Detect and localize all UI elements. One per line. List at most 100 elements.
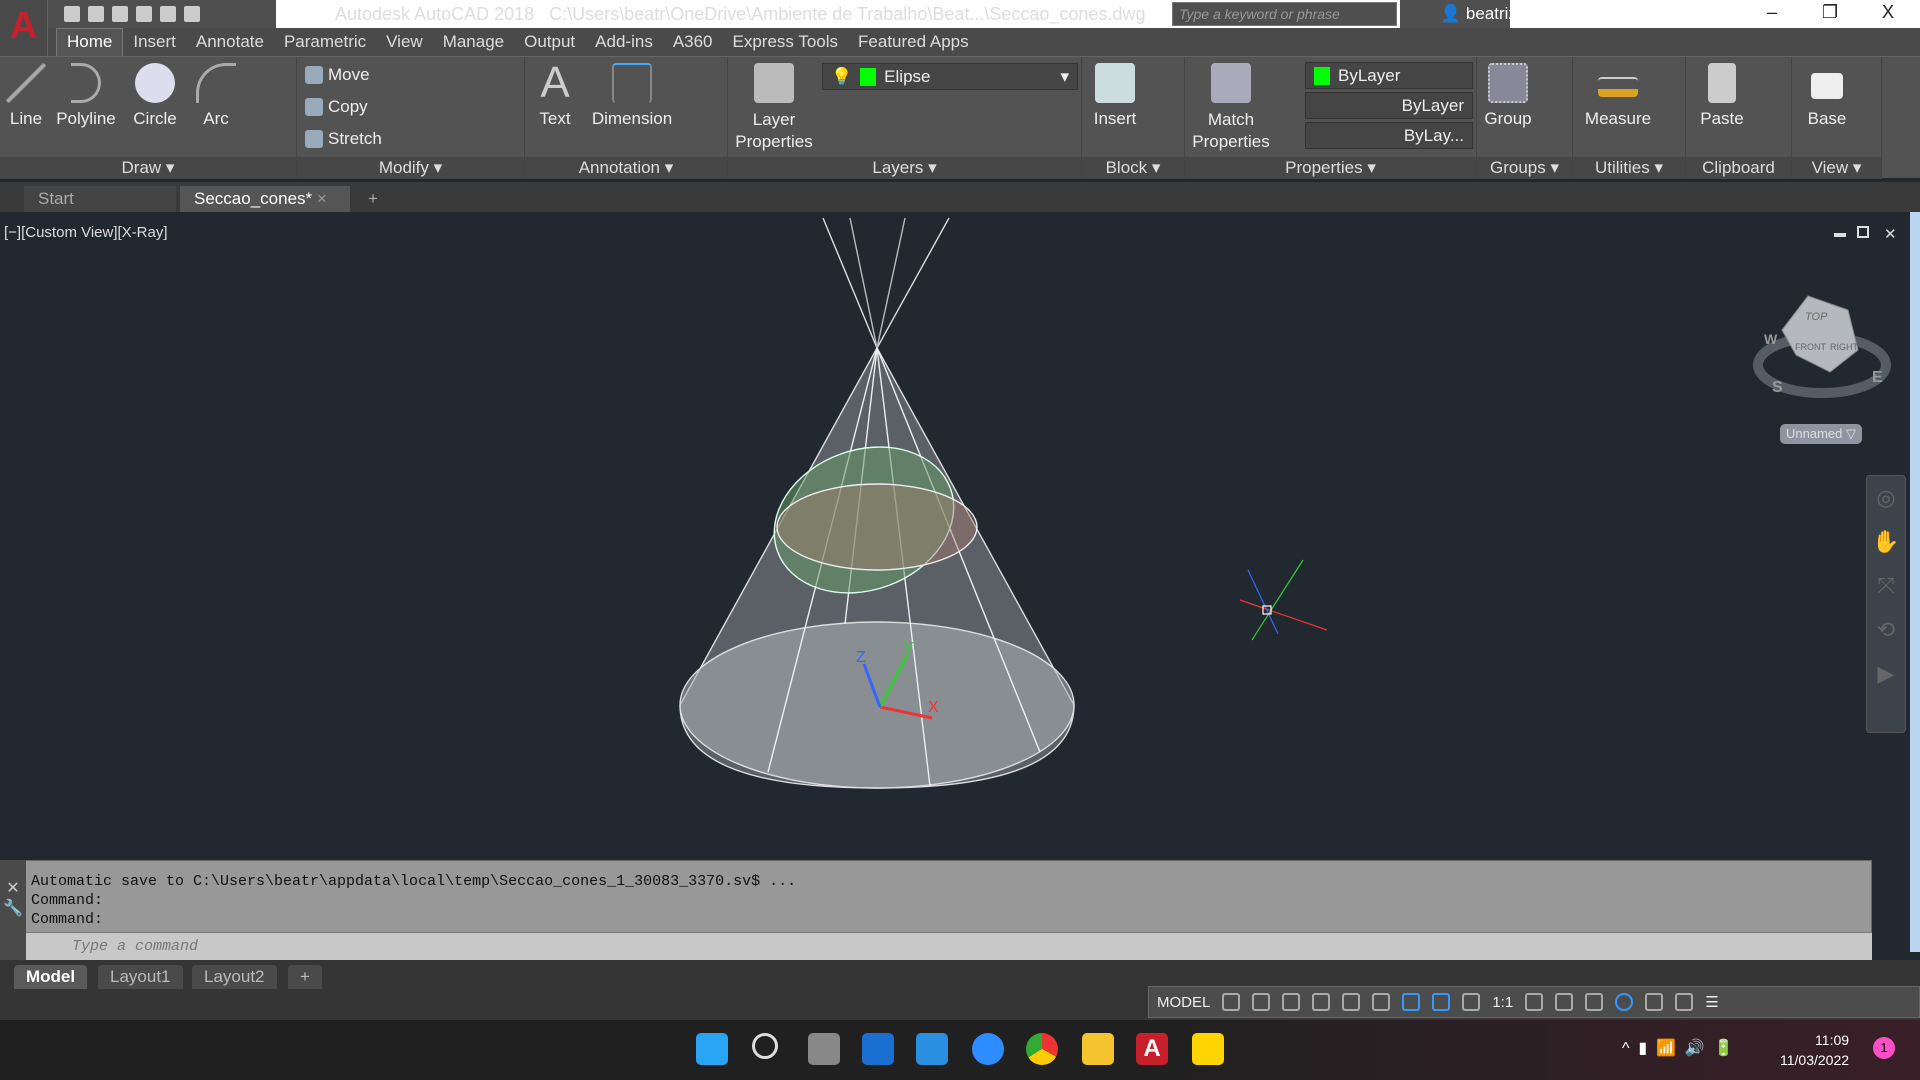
layout-tab-model[interactable]: Model xyxy=(14,965,88,989)
clipboard-panel-label[interactable]: Clipboard xyxy=(1686,157,1791,179)
named-view-dropdown[interactable]: Unnamed ▽ xyxy=(1780,424,1862,444)
orbit-icon[interactable]: ⟲ xyxy=(1867,608,1905,652)
move-button[interactable]: Move xyxy=(305,65,370,85)
viewport-label[interactable]: [−][Custom View][X-Ray] xyxy=(4,224,168,241)
pan-hand-icon[interactable]: ✋ xyxy=(1867,520,1905,564)
new-icon[interactable] xyxy=(64,6,80,22)
viewport-restore-icon[interactable] xyxy=(1857,226,1869,238)
polar-icon[interactable] xyxy=(1312,993,1331,1011)
viewcube[interactable]: TOP FRONT RIGHT W S E xyxy=(1753,295,1891,398)
tab-annotate[interactable]: Annotate xyxy=(186,29,274,56)
tab-insert[interactable]: Insert xyxy=(123,29,186,56)
file-explorer-icon[interactable] xyxy=(1082,1033,1114,1065)
customization-menu-icon[interactable]: ☰ xyxy=(1705,993,1718,1011)
autoscale-icon[interactable] xyxy=(1462,993,1481,1011)
tab-express-tools[interactable]: Express Tools xyxy=(723,29,849,56)
viewcube-top-label[interactable]: TOP xyxy=(1805,311,1828,323)
print-icon[interactable] xyxy=(160,6,176,22)
navigation-bar[interactable]: ◎ ✋ ⤧ ⟲ ▶ xyxy=(1866,475,1906,733)
tab-output[interactable]: Output xyxy=(514,29,585,56)
chrome-icon[interactable] xyxy=(1026,1033,1058,1065)
tab-home[interactable]: Home xyxy=(56,28,124,56)
hardware-acceleration-icon[interactable] xyxy=(1615,993,1634,1011)
properties-panel-label[interactable]: Properties ▾ xyxy=(1185,157,1476,179)
widgets-icon[interactable] xyxy=(862,1033,894,1065)
compass-east[interactable]: E xyxy=(1872,369,1883,386)
file-tab-seccao-cones[interactable]: Seccao_cones* × xyxy=(180,186,350,212)
notification-badge[interactable]: 1 xyxy=(1873,1037,1895,1059)
annotation-panel-label[interactable]: Annotation ▾ xyxy=(525,157,727,179)
add-layout-button[interactable]: + xyxy=(288,965,322,989)
close-tab-icon[interactable]: × xyxy=(317,189,327,208)
autocad-taskbar-icon[interactable]: A xyxy=(1136,1033,1168,1065)
object-snap-icon[interactable] xyxy=(1402,993,1421,1011)
command-input[interactable]: Type a command xyxy=(26,932,1872,960)
block-panel-label[interactable]: Block ▾ xyxy=(1082,157,1184,179)
system-tray[interactable]: ^ ▮ 📶 🔊 🔋 xyxy=(1622,1038,1734,1058)
tab-add-ins[interactable]: Add-ins xyxy=(585,29,663,56)
compass-west[interactable]: W xyxy=(1764,331,1778,347)
linetype-dropdown[interactable]: ByLayer xyxy=(1305,92,1473,119)
compass-south[interactable]: S xyxy=(1772,379,1783,396)
base-button[interactable]: Base xyxy=(1802,63,1852,129)
group-button[interactable]: Group xyxy=(1481,63,1535,129)
lineweight-dropdown[interactable]: ByLay... xyxy=(1305,122,1473,149)
clean-screen-icon[interactable] xyxy=(1675,993,1694,1011)
sticky-notes-icon[interactable] xyxy=(1192,1033,1224,1065)
tab-a360[interactable]: A360 xyxy=(663,29,723,56)
task-view-icon[interactable] xyxy=(808,1033,840,1065)
tab-manage[interactable]: Manage xyxy=(433,29,514,56)
search-input[interactable]: Type a keyword or phrase xyxy=(1172,2,1397,26)
user-account-button[interactable]: 👤 beatriz_vital... xyxy=(1440,4,1571,24)
close-button[interactable]: X xyxy=(1868,2,1908,23)
snap-icon[interactable] xyxy=(1252,993,1271,1011)
viewcube-right-label[interactable]: RIGHT xyxy=(1830,342,1859,352)
new-tab-button[interactable]: + xyxy=(354,186,392,212)
clock[interactable]: 11:09 11/03/2022 xyxy=(1780,1030,1849,1070)
vertical-scrollbar[interactable] xyxy=(1910,212,1920,952)
restore-button[interactable]: ❐ xyxy=(1810,2,1850,23)
showmotion-icon[interactable]: ▶ xyxy=(1867,652,1905,696)
ortho-icon[interactable] xyxy=(1282,993,1301,1011)
circle-button[interactable]: Circle xyxy=(128,63,182,129)
utilities-panel-label[interactable]: Utilities ▾ xyxy=(1573,157,1685,179)
start-icon[interactable] xyxy=(696,1033,728,1065)
viewcube-front-label[interactable]: FRONT xyxy=(1795,342,1826,352)
viewport-close-icon[interactable]: ✕ xyxy=(1884,226,1897,243)
save-icon[interactable] xyxy=(112,6,128,22)
layout-tab-layout2[interactable]: Layout2 xyxy=(192,965,277,989)
tab-view[interactable]: View xyxy=(376,29,433,56)
steering-wheel-icon[interactable]: ◎ xyxy=(1867,476,1905,520)
customize-wrench-icon[interactable]: 🔧 xyxy=(0,898,26,918)
text-button[interactable]: A Text xyxy=(535,61,575,129)
layer-properties-button[interactable]: Layer Properties xyxy=(734,63,814,153)
isolate-objects-icon[interactable] xyxy=(1585,993,1604,1011)
layer-dropdown[interactable]: 💡 Elipse ▾ xyxy=(822,63,1078,90)
color-dropdown[interactable]: ByLayer xyxy=(1305,62,1473,89)
measure-button[interactable]: Measure xyxy=(1583,63,1653,129)
open-icon[interactable] xyxy=(88,6,104,22)
annotation-visibility-icon[interactable] xyxy=(1432,993,1451,1011)
draw-panel-label[interactable]: Draw ▾ xyxy=(0,157,296,179)
search-icon[interactable] xyxy=(752,1033,778,1059)
tab-featured-apps[interactable]: Featured Apps xyxy=(848,29,979,56)
file-tab-start[interactable]: Start xyxy=(24,186,176,212)
dimension-button[interactable]: Dimension xyxy=(587,63,677,129)
zoom-app-icon[interactable] xyxy=(972,1033,1004,1065)
stretch-button[interactable]: Stretch xyxy=(305,129,382,149)
tab-parametric[interactable]: Parametric xyxy=(274,29,376,56)
drawing-viewport[interactable]: X Y Z TOP FRONT RIGHT W S E ✕ xyxy=(0,212,1910,860)
undo-icon[interactable] xyxy=(184,6,200,22)
close-command-icon[interactable]: ✕ xyxy=(0,878,26,898)
zoom-extents-icon[interactable]: ⤧ xyxy=(1867,564,1905,608)
graphics-performance-icon[interactable] xyxy=(1645,993,1664,1011)
viewport-minimize-icon[interactable] xyxy=(1834,233,1846,237)
object-snap-tracking-icon[interactable] xyxy=(1372,993,1391,1011)
application-menu-button[interactable]: A xyxy=(0,0,48,56)
layers-panel-label[interactable]: Layers ▾ xyxy=(728,157,1081,179)
isodraft-icon[interactable] xyxy=(1342,993,1361,1011)
mail-icon[interactable] xyxy=(916,1033,948,1065)
grid-icon[interactable] xyxy=(1222,993,1241,1011)
groups-panel-label[interactable]: Groups ▾ xyxy=(1477,157,1572,179)
workspace-gear-icon[interactable] xyxy=(1525,993,1544,1011)
